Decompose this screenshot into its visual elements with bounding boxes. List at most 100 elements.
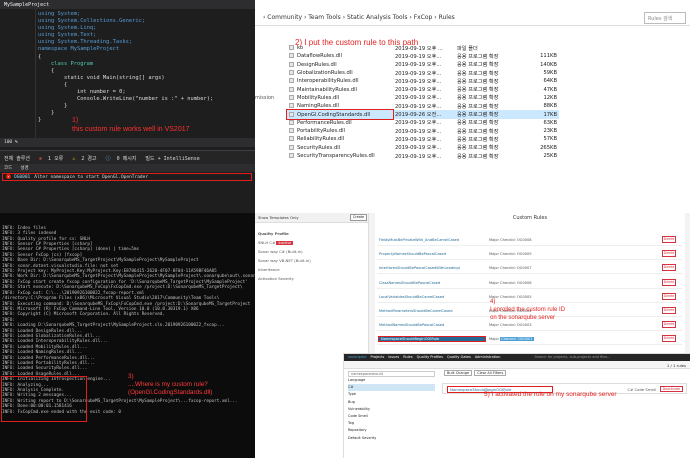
zoom-level[interactable]: 100 % xyxy=(0,138,255,147)
profile-row[interactable]: Sonar way VB.NET (Built-in) xyxy=(255,256,368,265)
warning-filter-icon[interactable]: ⚠ xyxy=(72,156,75,162)
deactivate-button[interactable]: Deactivate xyxy=(660,386,683,392)
custom-rule-name[interactable]: InterfacesShouldBePascalCasedWithLeading… xyxy=(379,266,485,270)
profile-row[interactable]: Sonar way C# (Built-in) xyxy=(255,247,368,256)
custom-rule-row[interactable]: InterfacesShouldBePascalCasedWithLeading… xyxy=(377,263,682,274)
file-size: 25KB xyxy=(511,152,559,160)
custom-rule-name[interactable]: LocalVariablesShouldBeCamelCased xyxy=(379,295,485,299)
delete-button[interactable]: Delete xyxy=(662,335,676,342)
topnav-item[interactable]: Issues xyxy=(388,355,399,359)
file-row[interactable]: GlobalizationRules.dll2019-09-19 오후...응용… xyxy=(287,69,559,77)
messages-count[interactable]: 0 메시지 xyxy=(117,156,137,162)
file-name-cell: PerformanceRules.dll xyxy=(287,119,393,127)
file-row[interactable]: DesignRules.dll2019-09-19 오후...응용 프로그램 확… xyxy=(287,61,559,69)
file-type: 응용 프로그램 확장 xyxy=(455,94,511,102)
file-type: 응용 프로그램 확장 xyxy=(455,69,511,77)
annotation-1: 1) this custom rule works well in VS2017 xyxy=(72,116,190,134)
custom-rule-row[interactable]: ClassNamesShouldBePascalCasedMajor Check… xyxy=(377,278,682,289)
custom-rule-row[interactable]: FieldsMustBePrivateWith_AndBeCamelCasedM… xyxy=(377,235,682,246)
col-desc[interactable]: 설명 xyxy=(20,166,28,171)
file-icon xyxy=(289,145,294,150)
custom-rule-name[interactable]: FieldsMustBePrivateWith_AndBeCamelCased xyxy=(379,238,485,242)
warnings-count[interactable]: 2 경고 xyxy=(81,156,96,162)
custom-rule-name[interactable]: PropertyNamesShouldBePascalCased xyxy=(379,252,485,256)
create-button[interactable]: Create xyxy=(350,214,367,221)
facet-item[interactable]: C# xyxy=(348,384,435,391)
file-date: 2019-09-19 오후... xyxy=(393,94,455,102)
file-name: PerformanceRules.dll xyxy=(297,120,352,126)
file-size: 88KB xyxy=(511,102,559,110)
error-row[interactable]: ×OG0001Alter namespace to start OpenGl.O… xyxy=(2,173,252,181)
scope-dropdown[interactable]: 전체 솔루션 xyxy=(4,156,30,162)
profile-row[interactable]: Inheritance xyxy=(255,265,368,274)
custom-rule-name[interactable]: MethodParametersShouldBeCamelCased xyxy=(379,309,485,313)
global-search-input[interactable]: Search for projects, sub-projects and fi… xyxy=(534,355,610,359)
file-row[interactable]: PortabilityRules.dll2019-09-19 오후...응용 프… xyxy=(287,127,559,135)
profile-row[interactable]: Activation Severity xyxy=(255,274,368,283)
error-filter-icon[interactable]: ⊗ xyxy=(39,156,42,162)
facet-item[interactable]: Vulnerability xyxy=(348,406,435,413)
file-size: 64KB xyxy=(511,77,559,85)
file-name-cell: DataflowRules.dll xyxy=(287,52,393,60)
file-type: 응용 프로그램 확장 xyxy=(455,102,511,110)
file-row[interactable]: SecurityRules.dll2019-09-19 오후...응용 프로그램… xyxy=(287,144,559,152)
quality-profile-label: Quality Profile xyxy=(255,229,368,238)
col-code[interactable]: 코드 xyxy=(4,166,12,171)
delete-button[interactable]: Delete xyxy=(662,307,676,314)
bulk-change-button[interactable]: Bulk Change xyxy=(444,370,472,376)
custom-rule-name[interactable]: NamespaceShouldBeginOGIRule xyxy=(379,337,485,341)
profile-row[interactable]: SNLH C# Inactive xyxy=(255,238,368,247)
file-icon xyxy=(289,78,294,83)
file-name: SecurityRules.dll xyxy=(297,145,340,151)
topnav-item[interactable]: Administration xyxy=(475,355,501,359)
file-row[interactable]: MobilityRules.dll2019-09-19 오후...응용 프로그램… xyxy=(287,94,559,102)
code-editor[interactable]: using System;using System.Collections.Ge… xyxy=(38,11,213,125)
facet-item[interactable]: Tag xyxy=(348,420,435,427)
annotation-4: 4) I enrolled the custom rule ID on the … xyxy=(490,298,565,322)
facet-item[interactable]: Type xyxy=(348,391,435,398)
delete-button[interactable]: Delete xyxy=(662,293,676,300)
file-row[interactable]: SecurityTransparencyRules.dll2019-09-19 … xyxy=(287,152,559,160)
file-row[interactable]: NamingRules.dll2019-09-19 오후...응용 프로그램 확… xyxy=(287,102,559,110)
facet-item[interactable]: Repository xyxy=(348,427,435,434)
errors-count[interactable]: 1 오류 xyxy=(48,156,63,162)
annotation-2: 2) I put the custom rule to this path xyxy=(295,38,418,47)
build-filter-dropdown[interactable]: 빌드 + IntelliSense xyxy=(145,156,199,162)
topnav-item[interactable]: Rules xyxy=(403,355,412,359)
breadcrumb[interactable]: › Community › Team Tools › Static Analys… xyxy=(255,10,690,26)
message-filter-icon[interactable]: ⓘ xyxy=(106,156,111,162)
clear-filters-button[interactable]: Clear All Filters xyxy=(474,370,506,376)
file-row[interactable]: PerformanceRules.dll2019-09-19 오후...응용 프… xyxy=(287,119,559,127)
custom-rule-row[interactable]: PropertyNamesShouldBePascalCasedMajor Ch… xyxy=(377,249,682,260)
delete-button[interactable]: Delete xyxy=(662,236,676,243)
vs-tab[interactable]: MySampleProject xyxy=(4,2,49,8)
search-input[interactable]: Rules 검색 xyxy=(644,12,686,24)
file-icon xyxy=(289,120,294,125)
file-row[interactable]: OpenGl.CodingStandards.dll2019-09-26 오전.… xyxy=(287,110,559,118)
code-line: using System.Threading.Tasks; xyxy=(38,39,213,46)
delete-button[interactable]: Delete xyxy=(662,321,676,328)
delete-button[interactable]: Delete xyxy=(662,264,676,271)
topnav-item[interactable]: Quality Gates xyxy=(447,355,471,359)
file-row[interactable]: ReliabilityRules.dll2019-09-19 오후...응용 프… xyxy=(287,135,559,143)
severity-label: Major xyxy=(489,323,499,327)
custom-rule-name[interactable]: MethodNamesShouldBePascalCased xyxy=(379,323,485,327)
delete-button[interactable]: Delete xyxy=(662,250,676,257)
facet-item[interactable]: Default Severity xyxy=(348,435,435,442)
facet-item[interactable]: Bug xyxy=(348,399,435,406)
topnav-item[interactable]: Quality Profiles xyxy=(417,355,443,359)
file-row[interactable]: InteroperabilityRules.dll2019-09-19 오후..… xyxy=(287,77,559,85)
code-line: class Program xyxy=(38,61,213,68)
file-type: 파일 폴더 xyxy=(455,44,511,52)
file-row[interactable]: MaintainabilityRules.dll2019-09-19 오후...… xyxy=(287,85,559,93)
console-line: /directory:C:\Program Files (x86)\Micros… xyxy=(2,296,253,301)
facet-item[interactable]: Language xyxy=(348,377,435,384)
sonarqube-logo[interactable]: sonarqube xyxy=(348,355,367,359)
custom-rule-row[interactable]: NamespaceShouldBeginOGIRuleMajor Checkid… xyxy=(377,334,682,345)
custom-rule-name[interactable]: ClassNamesShouldBePascalCased xyxy=(379,281,485,285)
file-row[interactable]: DataflowRules.dll2019-09-19 오후...응용 프로그램… xyxy=(287,52,559,60)
delete-button[interactable]: Delete xyxy=(662,279,676,286)
topnav-item[interactable]: Projects xyxy=(371,355,385,359)
file-date: 2019-09-19 오후... xyxy=(393,102,455,110)
facet-item[interactable]: Code Smell xyxy=(348,413,435,420)
